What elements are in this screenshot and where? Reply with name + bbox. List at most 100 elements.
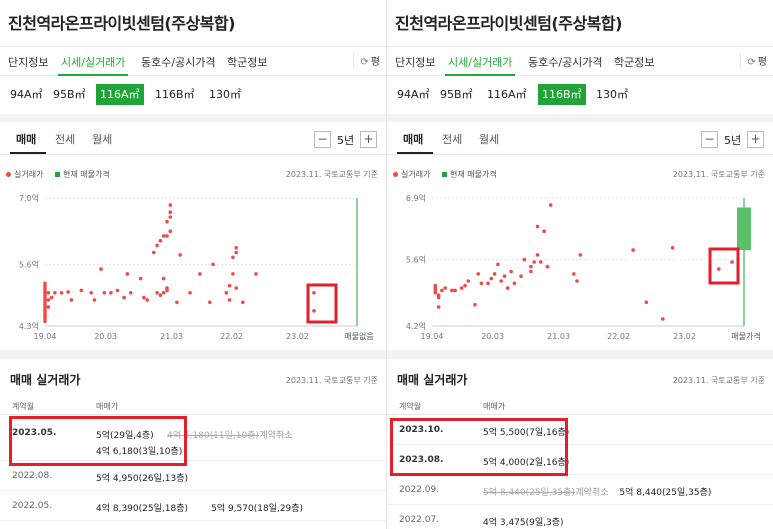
- data-point: [231, 272, 235, 276]
- highlight-box: [390, 418, 568, 476]
- tab-monthly[interactable]: 월세: [92, 131, 112, 147]
- tab-jeonse[interactable]: 전세: [55, 131, 75, 147]
- size-option[interactable]: 130㎡: [592, 84, 632, 105]
- pyeong-toggle[interactable]: ⟳ 평: [740, 53, 767, 68]
- transaction-row: 2022.05. 4억 8,390(25일,18층) 5억 9,570(18일,29…: [0, 491, 386, 521]
- row-cancel-label: 계약취소: [575, 488, 609, 498]
- data-point: [532, 260, 536, 264]
- x-tick-label: 19.04: [34, 332, 57, 341]
- green-square-icon: [442, 172, 447, 177]
- data-point: [312, 309, 316, 313]
- data-point: [89, 291, 93, 295]
- y-tick-label: 4.3억: [19, 321, 39, 331]
- data-point: [227, 298, 232, 302]
- data-point: [175, 300, 179, 305]
- data-point: [66, 290, 70, 294]
- data-point: [168, 203, 173, 207]
- data-point: [450, 288, 454, 293]
- tab-school[interactable]: 학군정보: [227, 54, 267, 70]
- row-date: 2022.05.: [12, 501, 53, 511]
- data-point: [312, 291, 316, 295]
- data-point: [631, 248, 635, 252]
- data-point: [496, 262, 500, 267]
- data-point: [234, 250, 238, 255]
- data-point: [109, 291, 113, 295]
- data-point: [502, 274, 507, 278]
- zoom-in-button[interactable]: +: [360, 131, 377, 148]
- x-tick-label: 22.02: [607, 332, 630, 341]
- tab-price[interactable]: 시세/실거래가: [448, 54, 512, 70]
- data-point: [436, 295, 441, 300]
- data-point: [122, 295, 126, 300]
- data-point: [59, 291, 64, 295]
- row-date: 2022.09.: [399, 485, 440, 495]
- tab-active-underline: [58, 74, 128, 76]
- data-point: [46, 298, 51, 302]
- x-tick-label: 23.02: [286, 332, 309, 341]
- size-selector: 94A㎡ 95B㎡ 116A㎡ 116B㎡ 130㎡: [387, 84, 773, 106]
- size-option[interactable]: 130㎡: [205, 84, 245, 105]
- size-option[interactable]: 95B㎡: [49, 84, 90, 105]
- data-point: [165, 219, 169, 224]
- data-point: [717, 267, 721, 271]
- data-point: [519, 274, 523, 278]
- tab-complex-info[interactable]: 단지정보: [8, 54, 48, 70]
- data-point: [572, 272, 576, 276]
- size-option[interactable]: 116A㎡: [96, 84, 144, 105]
- x-tick-label: 21.03: [547, 332, 570, 341]
- tab-price[interactable]: 시세/실거래가: [61, 54, 125, 70]
- tab-complex-info[interactable]: 단지정보: [395, 54, 435, 70]
- data-point: [575, 279, 579, 283]
- pyeong-toggle[interactable]: ⟳ 평: [353, 53, 380, 68]
- data-point: [158, 293, 163, 297]
- data-point: [102, 291, 107, 295]
- data-point: [152, 250, 156, 255]
- size-option[interactable]: 116B㎡: [151, 84, 199, 105]
- tab-sale[interactable]: 매매: [16, 131, 36, 147]
- pyeong-label: 평: [370, 57, 380, 68]
- data-point: [231, 255, 235, 260]
- right-panel: 진천역라온프라이빗센텀(주상복합) 단지정보 시세/실거래가 동호수/공시가격 …: [387, 0, 773, 529]
- data-point: [158, 238, 163, 243]
- size-option[interactable]: 94A㎡: [6, 84, 47, 105]
- legend-listing: 현재 매물가격: [442, 169, 497, 180]
- zoom-in-button[interactable]: +: [747, 131, 764, 148]
- size-option[interactable]: 116B㎡: [538, 84, 586, 105]
- tab-school[interactable]: 학군정보: [614, 54, 654, 70]
- tab-unit-price[interactable]: 동호수/공시가격: [141, 54, 216, 70]
- zoom-label: 5년: [724, 134, 742, 147]
- tab-sale[interactable]: 매매: [403, 131, 423, 147]
- col-date-header: 계약월: [399, 402, 422, 411]
- data-point: [522, 257, 527, 262]
- data-point: [661, 317, 665, 321]
- size-option[interactable]: 94A㎡: [393, 84, 434, 105]
- data-point: [512, 281, 517, 286]
- data-point: [539, 260, 543, 264]
- data-point: [433, 283, 438, 288]
- zoom-out-button[interactable]: −: [314, 131, 331, 148]
- tab-jeonse[interactable]: 전세: [442, 131, 462, 147]
- size-option[interactable]: 95B㎡: [436, 84, 477, 105]
- x-tick-label: 21.03: [160, 332, 183, 341]
- x-tick-label: 22.02: [220, 332, 243, 341]
- list-source: 2023.11. 국토교통부 기준: [672, 376, 765, 385]
- data-point: [224, 291, 229, 295]
- tab-monthly[interactable]: 월세: [479, 131, 499, 147]
- zoom-out-button[interactable]: −: [701, 131, 718, 148]
- data-point: [436, 305, 441, 309]
- data-point: [535, 253, 540, 257]
- data-point: [548, 203, 553, 207]
- data-point: [43, 281, 47, 286]
- size-selector: 94A㎡ 95B㎡ 116A㎡ 116B㎡ 130㎡: [0, 84, 386, 106]
- data-point: [165, 234, 169, 238]
- red-dot-icon: [6, 172, 11, 177]
- legend-real-label: 실거래가: [14, 170, 44, 179]
- size-option[interactable]: 116A㎡: [483, 84, 531, 105]
- y-tick-label: 5.6억: [19, 259, 39, 269]
- data-point: [529, 264, 533, 269]
- listing-price-bar: [737, 207, 751, 251]
- price-scatter-chart: 7.0억 5.6억 4.3억19.04 20.03 21.03 22.02 23.02 매물없…: [19, 193, 374, 341]
- data-point: [254, 272, 258, 276]
- tab-unit-price[interactable]: 동호수/공시가격: [528, 54, 603, 70]
- col-price-header: 매매가: [96, 402, 119, 411]
